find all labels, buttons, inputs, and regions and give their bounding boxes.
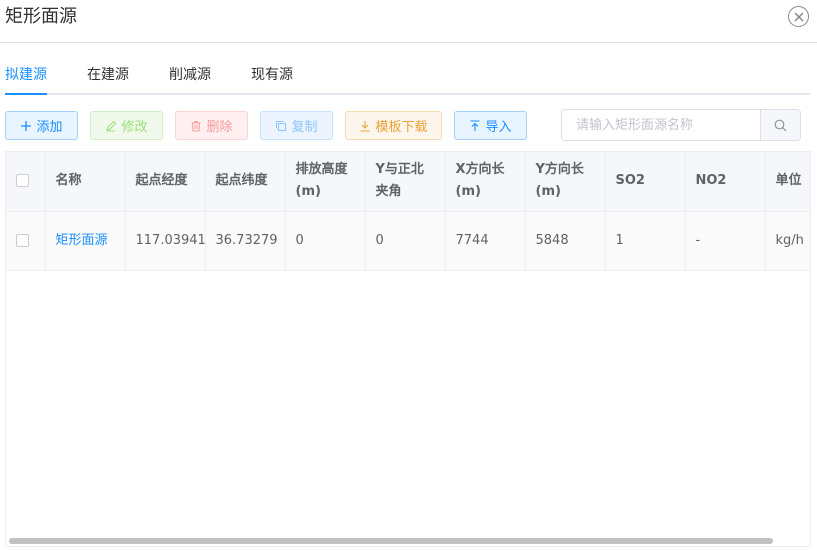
template-download-label: 模板下载 — [375, 120, 428, 135]
select-all-checkbox[interactable] — [16, 174, 29, 188]
tab-existing-source[interactable]: 现有源 — [251, 64, 293, 95]
select-all-cell — [6, 152, 46, 212]
cell-name-link[interactable]: 矩形面源 — [45, 211, 126, 271]
row-checkbox[interactable] — [16, 233, 29, 247]
template-download-button[interactable]: 模板下载 — [345, 111, 442, 140]
close-icon — [793, 11, 804, 22]
add-button[interactable]: 添加 — [5, 111, 78, 140]
cell-y-north-angle: 0 — [365, 211, 446, 271]
tab-proposed-source[interactable]: 拟建源 — [5, 64, 47, 95]
add-button-label: 添加 — [36, 120, 63, 135]
cell-y-length: 5848 — [525, 211, 606, 271]
plus-icon — [21, 120, 32, 131]
edit-button[interactable]: 修改 — [90, 111, 163, 140]
edit-button-label: 修改 — [121, 120, 148, 135]
horizontal-scrollbar[interactable] — [9, 538, 773, 544]
cell-start-longitude: 117.03941 — [125, 211, 206, 271]
cell-no2: - — [685, 211, 766, 271]
table-header-row: 名称 起点经度 起点纬度 排放高度(m) Y与正北夹角 X方向长(m) Y方向长… — [6, 152, 810, 212]
tab-bar: 拟建源 在建源 削减源 现有源 — [5, 64, 810, 95]
column-header-unit: 单位 — [765, 152, 810, 212]
trash-icon — [191, 120, 201, 131]
tab-under-construction-source[interactable]: 在建源 — [87, 64, 129, 95]
delete-button[interactable]: 删除 — [175, 111, 248, 140]
column-header-start-longitude: 起点经度 — [125, 152, 206, 212]
table-row[interactable]: 矩形面源 117.03941 36.73279 0 0 7744 5848 1 … — [6, 211, 810, 271]
cell-unit: kg/h — [765, 211, 810, 271]
dialog-title: 矩形面源 — [5, 6, 77, 27]
source-table: 名称 起点经度 起点纬度 排放高度(m) Y与正北夹角 X方向长(m) Y方向长… — [5, 151, 811, 547]
copy-icon — [276, 120, 287, 131]
column-header-start-latitude: 起点纬度 — [205, 152, 286, 212]
header-divider — [0, 42, 817, 43]
close-button[interactable] — [788, 6, 809, 27]
import-button-label: 导入 — [485, 120, 512, 135]
delete-button-label: 删除 — [206, 120, 233, 135]
tab-reduction-source[interactable]: 削减源 — [169, 64, 211, 95]
upload-icon — [470, 119, 480, 131]
column-header-emission-height: 排放高度(m) — [285, 152, 366, 212]
column-header-no2: NO2 — [685, 152, 766, 212]
row-select-cell — [6, 211, 46, 271]
copy-button[interactable]: 复制 — [260, 111, 333, 140]
search-input[interactable] — [562, 110, 760, 140]
column-header-so2: SO2 — [605, 152, 686, 212]
search-icon — [774, 119, 787, 131]
column-header-name: 名称 — [45, 152, 126, 212]
copy-button-label: 复制 — [291, 120, 318, 135]
search-box — [561, 109, 801, 141]
download-icon — [360, 120, 370, 132]
cell-x-length: 7744 — [445, 211, 526, 271]
cell-start-latitude: 36.73279 — [205, 211, 286, 271]
cell-emission-height: 0 — [285, 211, 366, 271]
cell-so2: 1 — [605, 211, 686, 271]
column-header-y-length: Y方向长(m) — [525, 152, 606, 212]
column-header-y-north-angle: Y与正北夹角 — [365, 152, 446, 212]
column-header-x-length: X方向长(m) — [445, 152, 526, 212]
edit-icon — [106, 120, 117, 132]
search-button[interactable] — [760, 110, 800, 140]
import-button[interactable]: 导入 — [454, 111, 527, 140]
